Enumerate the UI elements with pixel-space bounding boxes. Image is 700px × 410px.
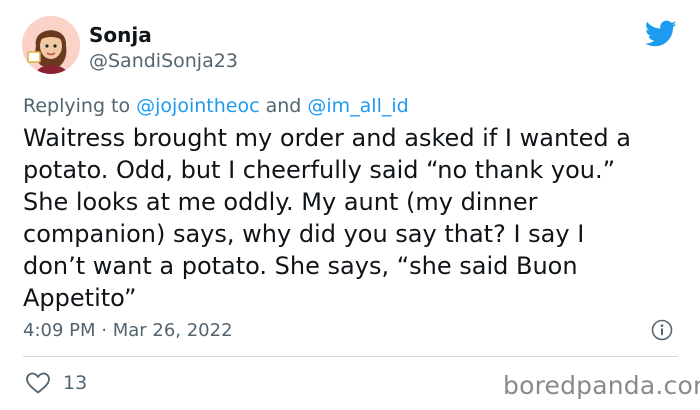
tweet-timestamp[interactable]: 4:09 PM · Mar 26, 2022 <box>23 320 233 341</box>
author-name[interactable]: Sonja <box>89 23 152 47</box>
author-handle[interactable]: @SandiSonja23 <box>89 50 238 72</box>
avatar[interactable] <box>22 16 80 74</box>
tweet-text-line: companion) says, why did you say that? I… <box>23 220 585 248</box>
mention-link[interactable]: @im_all_id <box>307 95 408 117</box>
replying-to: Replying to @jojointheoc and @im_all_id <box>23 95 409 117</box>
tweet-text-line: Waitress brought my order and asked if I… <box>23 124 631 152</box>
heart-icon[interactable] <box>25 371 51 395</box>
twitter-bird-icon[interactable] <box>644 20 677 48</box>
tweet-text: Waitress brought my order and asked if I… <box>23 122 683 314</box>
replying-joiner: and <box>259 95 308 117</box>
tweet-text-line: Appetito” <box>23 284 137 312</box>
tweet-text-line: don’t want a potato. She says, “she said… <box>23 252 578 280</box>
avatar-illustration <box>22 16 80 74</box>
divider <box>23 356 678 357</box>
watermark: boredpanda.com <box>503 371 700 400</box>
tweet-text-line: She looks at me oddly. My aunt (my dinne… <box>23 188 538 216</box>
tweet-text-line: potato. Odd, but I cheerfully said “no t… <box>23 156 616 184</box>
info-icon[interactable] <box>651 319 673 341</box>
like-count: 13 <box>63 372 88 394</box>
mention-link[interactable]: @jojointheoc <box>136 95 259 117</box>
replying-prefix: Replying to <box>23 95 137 117</box>
